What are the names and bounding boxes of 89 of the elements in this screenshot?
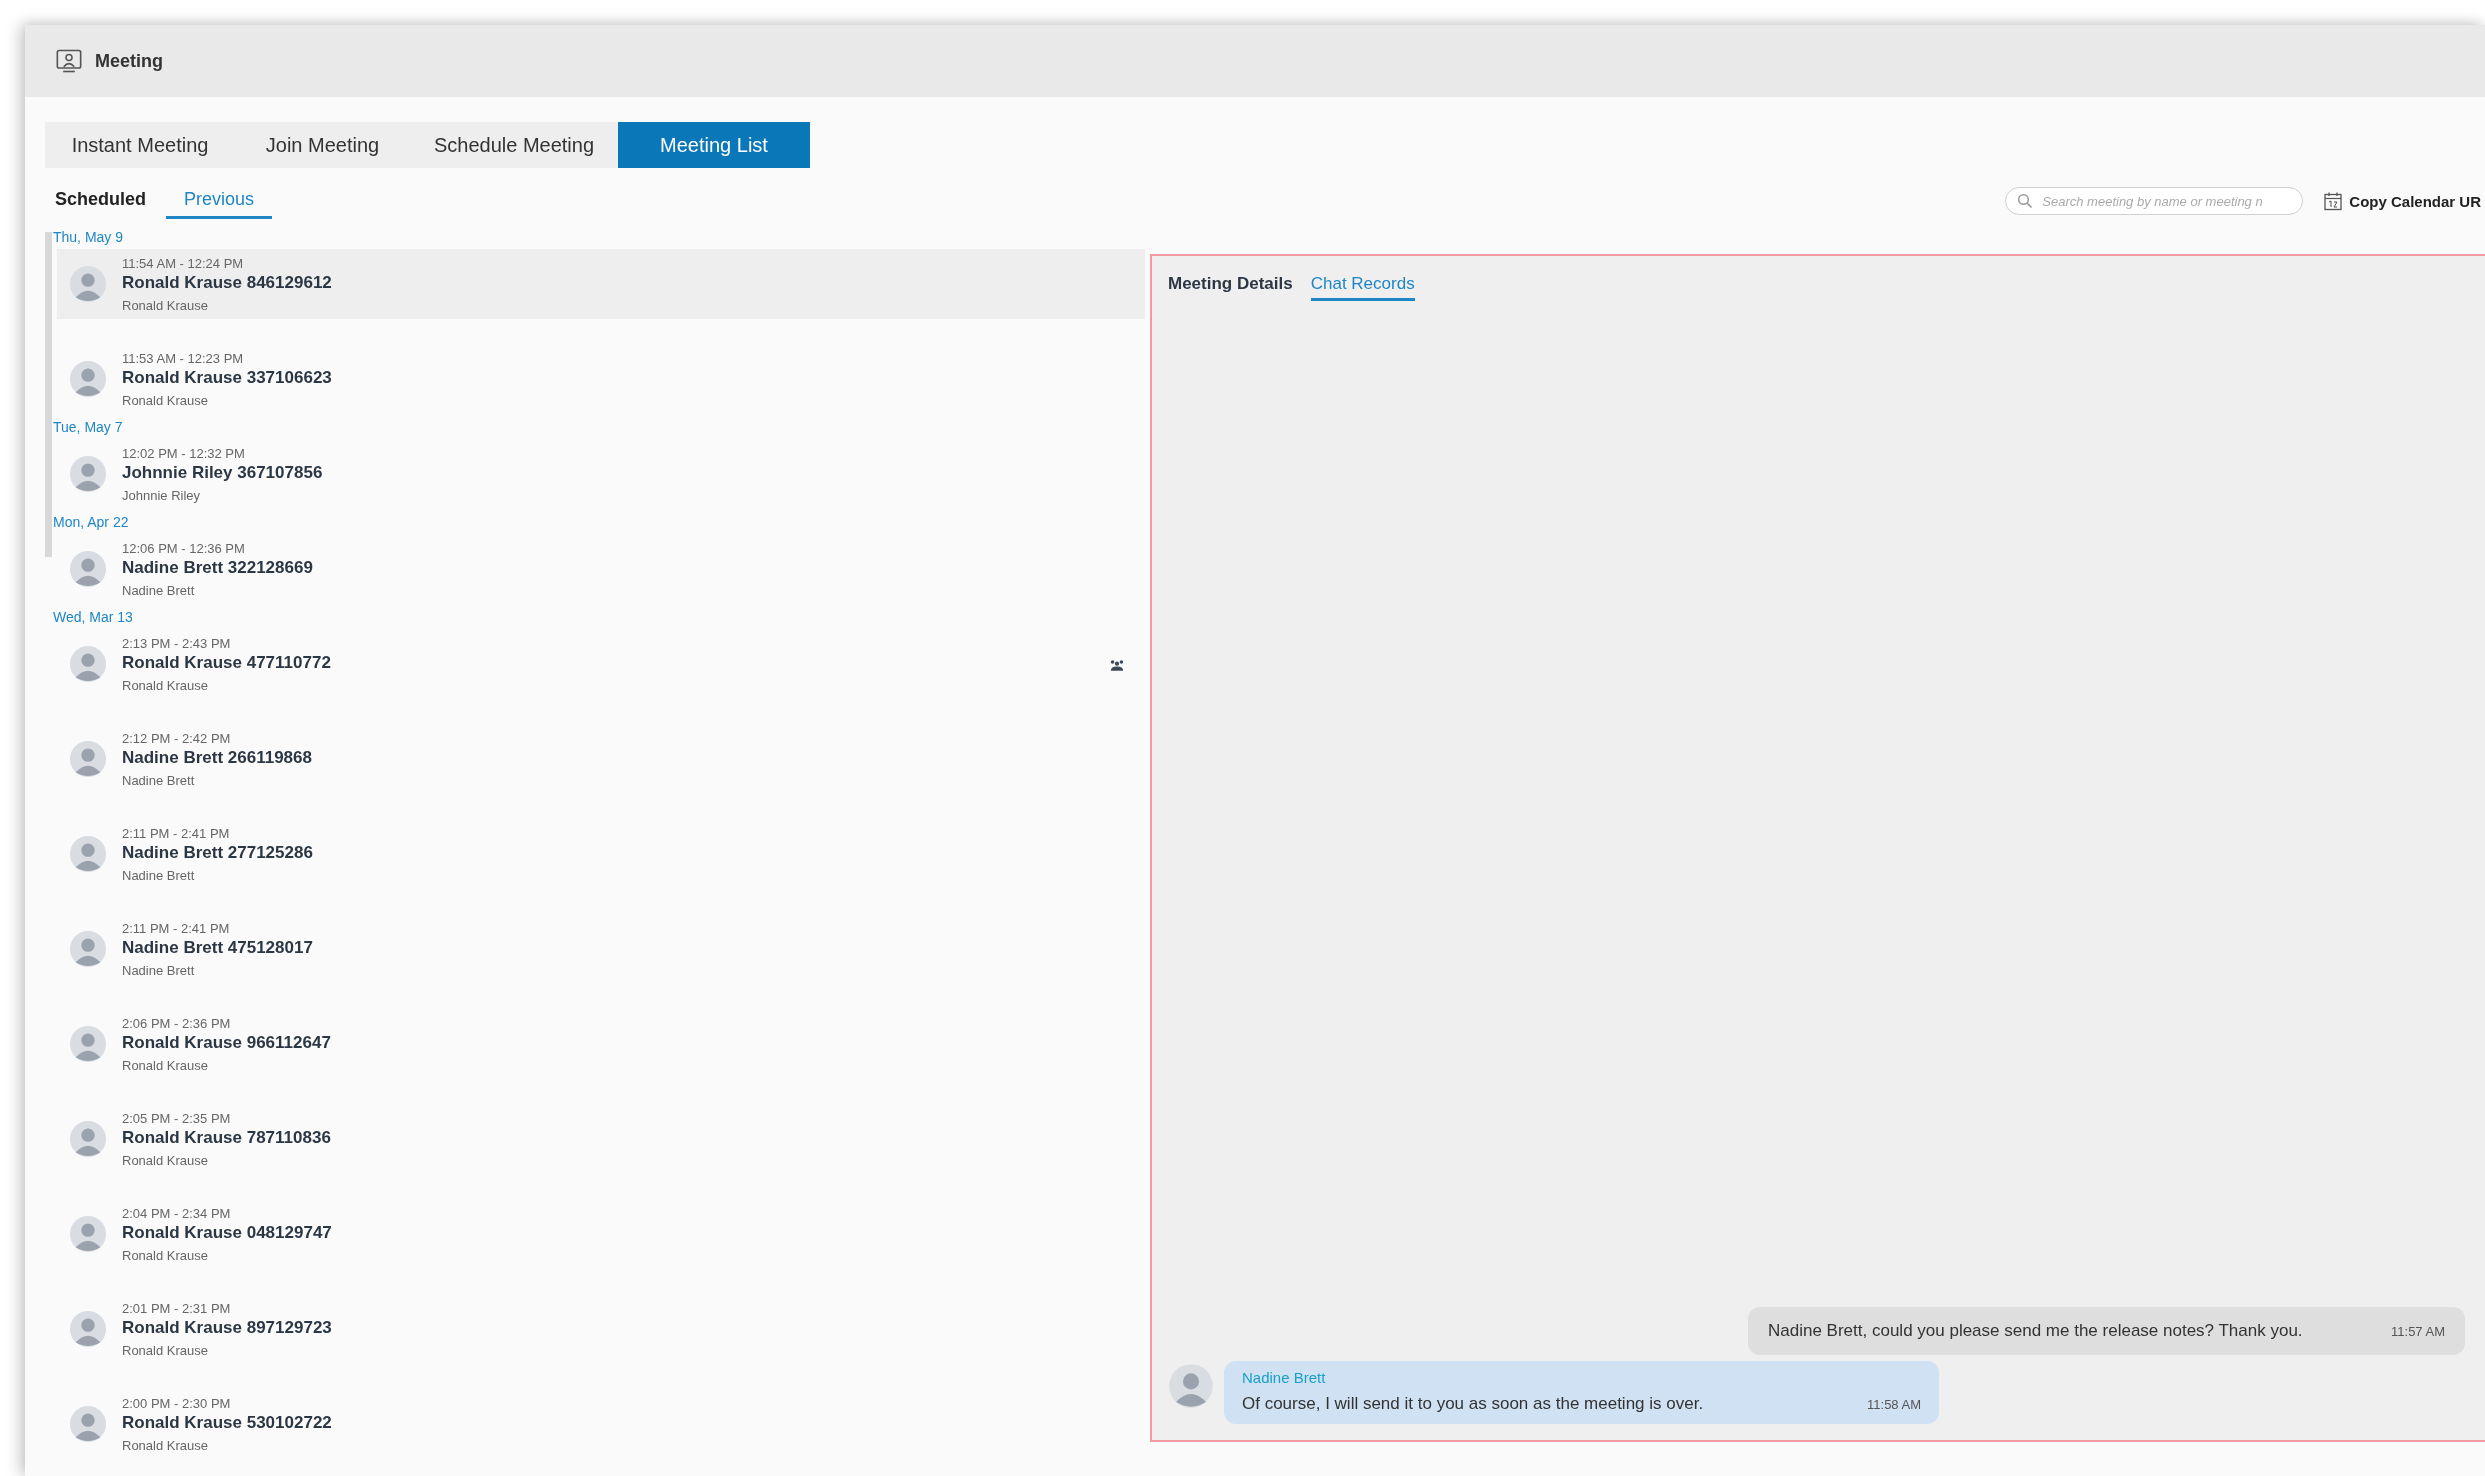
- meeting-time: 2:01 PM - 2:31 PM: [122, 1300, 232, 1316]
- window-title: Meeting: [95, 50, 163, 72]
- date-header: Mon, Apr 22: [53, 512, 130, 532]
- avatar-icon: [69, 1310, 107, 1348]
- avatar-icon: [69, 1025, 107, 1063]
- meeting-title: Nadine Brett 475128017: [122, 937, 313, 958]
- sub-tab[interactable]: Scheduled: [55, 183, 159, 219]
- tab[interactable]: Schedule Meeting: [410, 122, 618, 168]
- scrollbar[interactable]: [45, 232, 52, 557]
- meeting-title: Nadine Brett 266119868: [122, 747, 312, 768]
- meeting-host: Ronald Krause: [122, 1057, 209, 1073]
- meeting-time: 2:06 PM - 2:36 PM: [122, 1015, 232, 1031]
- meeting-time: 2:12 PM - 2:42 PM: [122, 730, 232, 746]
- meeting-title: Ronald Krause 337106623: [122, 367, 332, 388]
- meeting-title: Ronald Krause 897129723: [122, 1317, 332, 1338]
- sub-tab[interactable]: Previous: [166, 183, 273, 219]
- message-sender: Nadine Brett: [1242, 1369, 1327, 1386]
- meeting-list-item[interactable]: 12:02 PM - 12:32 PM Johnnie Riley 367107856 Johnnie Riley: [57, 439, 1145, 509]
- date-header: Thu, May 9: [53, 227, 125, 247]
- meeting-title: Ronald Krause 787110836: [122, 1127, 331, 1148]
- meeting-time: 2:00 PM - 2:30 PM: [122, 1395, 232, 1411]
- meeting-host: Nadine Brett: [122, 867, 196, 883]
- tab[interactable]: Join Meeting: [235, 122, 410, 168]
- detail-tab[interactable]: Chat Records: [1310, 270, 1415, 301]
- tab[interactable]: Instant Meeting: [45, 122, 235, 168]
- avatar-icon: [69, 455, 107, 493]
- meeting-host: Ronald Krause: [122, 1342, 209, 1358]
- meeting-host: Ronald Krause: [122, 1247, 209, 1263]
- meeting-host: Ronald Krause: [122, 297, 209, 313]
- avatar-icon: [1168, 1363, 1214, 1409]
- avatar-icon: [69, 835, 107, 873]
- date-header: Wed, Mar 13: [53, 607, 134, 627]
- meeting-list-item[interactable]: 11:54 AM - 12:24 PM Ronald Krause 846129612 Ronald Krause: [57, 249, 1145, 319]
- meeting-icon: [55, 48, 83, 74]
- date-header: Tue, May 7: [53, 417, 124, 437]
- meeting-list-item[interactable]: 2:01 PM - 2:31 PM Ronald Krause 897129723 Ronald Krause: [57, 1294, 1145, 1364]
- avatar-icon: [69, 740, 107, 778]
- calendar-icon: [2323, 191, 2344, 211]
- meeting-title: Ronald Krause 530102722: [122, 1412, 332, 1433]
- meeting-title: Ronald Krause 846129612: [122, 272, 332, 293]
- meeting-list-item[interactable]: 2:06 PM - 2:36 PM Ronald Krause 966112647 Ronald Krause: [57, 1009, 1145, 1079]
- meeting-time: 12:02 PM - 12:32 PM: [122, 445, 246, 461]
- meeting-title: Johnnie Riley 367107856: [122, 462, 323, 483]
- meeting-time: 2:05 PM - 2:35 PM: [122, 1110, 232, 1126]
- search-field[interactable]: Search meeting by name or meeting n: [2005, 187, 2304, 215]
- meeting-list-item[interactable]: 2:04 PM - 2:34 PM Ronald Krause 048129747 Ronald Krause: [57, 1199, 1145, 1269]
- avatar-icon: [69, 930, 107, 968]
- meeting-list-item[interactable]: 2:11 PM - 2:41 PM Nadine Brett 475128017 Nadine Brett: [57, 914, 1145, 984]
- meeting-list-item[interactable]: 11:53 AM - 12:23 PM Ronald Krause 337106623 Ronald Krause: [57, 344, 1145, 414]
- meeting-title: Nadine Brett 322128669: [122, 557, 313, 578]
- avatar-icon: [69, 1405, 107, 1443]
- meeting-list-item[interactable]: 2:05 PM - 2:35 PM Ronald Krause 787110836 Ronald Krause: [57, 1104, 1145, 1174]
- meeting-list-item[interactable]: 2:11 PM - 2:41 PM Nadine Brett 277125286 Nadine Brett: [57, 819, 1145, 889]
- detail-tab[interactable]: Meeting Details: [1168, 270, 1293, 301]
- meeting-host: Johnnie Riley: [122, 487, 202, 503]
- meeting-list-item[interactable]: 2:12 PM - 2:42 PM Nadine Brett 266119868 Nadine Brett: [57, 724, 1145, 794]
- message-time: 11:57 AM: [2391, 1323, 2445, 1339]
- meeting-time: 11:54 AM - 12:24 PM: [122, 255, 245, 271]
- meeting-list-item[interactable]: 12:06 PM - 12:36 PM Nadine Brett 322128669 Nadine Brett: [57, 534, 1145, 604]
- meeting-title: Ronald Krause 477110772: [122, 652, 331, 673]
- avatar-icon: [69, 645, 107, 683]
- meeting-title: Ronald Krause 966112647: [122, 1032, 331, 1053]
- avatar-icon: [69, 360, 107, 398]
- meeting-time: 12:06 PM - 12:36 PM: [122, 540, 246, 556]
- avatar-icon: [69, 1215, 107, 1253]
- meeting-list-item[interactable]: 2:13 PM - 2:43 PM Ronald Krause 477110772 Ronald Krause: [57, 629, 1145, 699]
- meeting-host: Ronald Krause: [122, 392, 209, 408]
- meeting-host: Ronald Krause: [122, 1437, 209, 1453]
- copy-calendar-url-button[interactable]: Copy Calendar UR: [2323, 191, 2485, 211]
- tab[interactable]: Meeting List: [618, 122, 810, 168]
- meeting-time: 2:11 PM - 2:41 PM: [122, 825, 231, 841]
- meeting-host: Nadine Brett: [122, 772, 196, 788]
- avatar-icon: [69, 265, 107, 303]
- meeting-host: Ronald Krause: [122, 1152, 209, 1168]
- avatar-icon: [69, 1120, 107, 1158]
- avatar-icon: [69, 550, 107, 588]
- meeting-title: Nadine Brett 277125286: [122, 842, 313, 863]
- meeting-time: 2:11 PM - 2:41 PM: [122, 920, 231, 936]
- meeting-time: 2:04 PM - 2:34 PM: [122, 1205, 232, 1221]
- message-text: Nadine Brett, could you please send me the release notes? Thank you.: [1768, 1321, 2303, 1341]
- message-time: 11:58 AM: [1867, 1396, 1921, 1412]
- meeting-host: Ronald Krause: [122, 677, 209, 693]
- meeting-time: 11:53 AM - 12:23 PM: [122, 350, 245, 366]
- message-text: Of course, I will send it to you as soon as the meeting is over.: [1242, 1394, 1704, 1414]
- meeting-host: Nadine Brett: [122, 582, 196, 598]
- meeting-time: 2:13 PM - 2:43 PM: [122, 635, 232, 651]
- meeting-list-item[interactable]: 2:00 PM - 2:30 PM Ronald Krause 530102722 Ronald Krause: [57, 1389, 1145, 1459]
- meeting-title: Ronald Krause 048129747: [122, 1222, 332, 1243]
- meeting-host: Nadine Brett: [122, 962, 196, 978]
